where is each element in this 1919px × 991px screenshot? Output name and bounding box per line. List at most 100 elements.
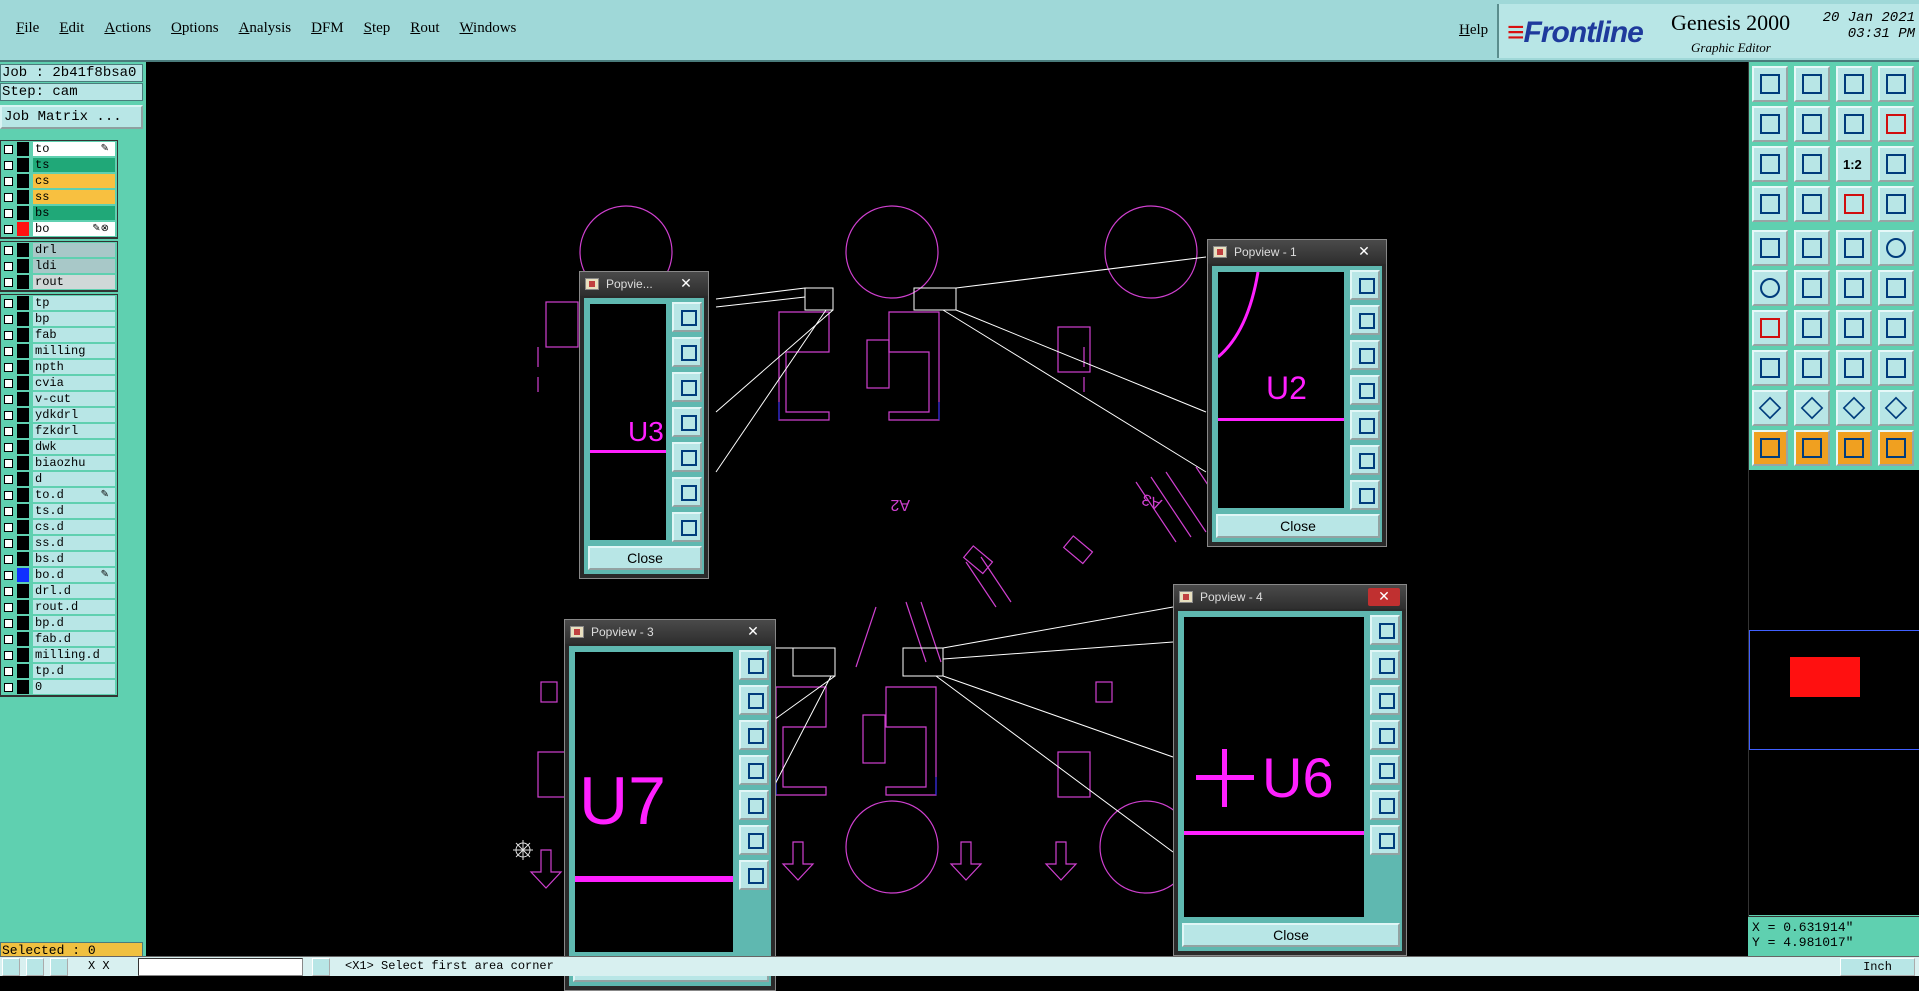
pointer-4-icon[interactable] bbox=[1878, 430, 1914, 466]
layer-row[interactable]: bo.d ✎ bbox=[1, 567, 117, 583]
layer-row[interactable]: to ✎ bbox=[1, 141, 117, 157]
layer-row[interactable]: npth bbox=[1, 359, 117, 375]
menu-dfm[interactable]: DFM bbox=[301, 20, 354, 37]
menu-edit[interactable]: Edit bbox=[49, 20, 94, 37]
popview-zoom-fit-icon[interactable] bbox=[739, 650, 769, 680]
connect-icon[interactable] bbox=[1752, 270, 1788, 306]
layer-row[interactable]: ldi bbox=[1, 258, 117, 274]
layer-checkbox[interactable] bbox=[4, 459, 13, 468]
layer-color-swatch[interactable] bbox=[17, 568, 29, 582]
layer-row[interactable]: fab bbox=[1, 327, 117, 343]
layer-color-swatch[interactable] bbox=[17, 584, 29, 598]
center-icon[interactable] bbox=[1836, 350, 1872, 386]
layer-checkbox[interactable] bbox=[4, 411, 13, 420]
job-matrix-button[interactable]: Job Matrix ... bbox=[0, 105, 143, 129]
menu-step[interactable]: Step bbox=[354, 20, 401, 37]
popview-u3-titlebar[interactable]: Popvie... ✕ bbox=[580, 272, 708, 296]
popview-u2-view[interactable]: U2 bbox=[1216, 270, 1346, 510]
layer-checkbox[interactable] bbox=[4, 246, 13, 255]
layer-checkbox[interactable] bbox=[4, 161, 13, 170]
layer-row[interactable]: ydkdrl bbox=[1, 407, 117, 423]
popview-u6-close-button[interactable]: Close bbox=[1182, 923, 1400, 947]
layer-row[interactable]: rout bbox=[1, 274, 117, 290]
menu-windows[interactable]: Windows bbox=[449, 20, 526, 37]
status-tool-2-icon[interactable] bbox=[26, 958, 44, 976]
layer-checkbox[interactable] bbox=[4, 315, 13, 324]
layer-name[interactable]: fab bbox=[33, 328, 115, 342]
layer-checkbox[interactable] bbox=[4, 619, 13, 628]
layer-name[interactable]: bo.d ✎ bbox=[33, 568, 115, 582]
layer-color-swatch[interactable] bbox=[17, 328, 29, 342]
layer-color-swatch[interactable] bbox=[17, 504, 29, 518]
layer-name[interactable]: dwk bbox=[33, 440, 115, 454]
layer-name[interactable]: ldi bbox=[33, 259, 115, 273]
layer-checkbox[interactable] bbox=[4, 427, 13, 436]
popview-u2-close-button[interactable]: Close bbox=[1216, 514, 1380, 538]
popview-u6-titlebar[interactable]: Popview - 4 ✕ bbox=[1174, 585, 1406, 609]
popview-zoom-in-icon[interactable] bbox=[672, 477, 702, 507]
popview-zoom-in-icon[interactable] bbox=[1370, 790, 1400, 820]
layer-color-swatch[interactable] bbox=[17, 243, 29, 257]
layer-checkbox[interactable] bbox=[4, 603, 13, 612]
popview-u7-titlebar[interactable]: Popview - 3 ✕ bbox=[565, 620, 775, 644]
layer-name[interactable]: d bbox=[33, 472, 115, 486]
layer-checkbox[interactable] bbox=[4, 507, 13, 516]
layer-name[interactable]: cvia bbox=[33, 376, 115, 390]
bottom-view-icon[interactable] bbox=[1794, 66, 1830, 102]
mirror-icon[interactable] bbox=[1836, 106, 1872, 142]
layer-name[interactable]: ss bbox=[33, 190, 115, 204]
layer-name[interactable]: rout bbox=[33, 275, 115, 289]
top-view-icon[interactable] bbox=[1752, 66, 1788, 102]
layer-row[interactable]: rout.d bbox=[1, 599, 117, 615]
layer-name[interactable]: bo ✎⊗ bbox=[33, 222, 115, 236]
menu-actions[interactable]: Actions bbox=[94, 20, 161, 37]
layer-row[interactable]: ts.d bbox=[1, 503, 117, 519]
layer-row[interactable]: bo ✎⊗ bbox=[1, 221, 117, 237]
layer-row[interactable]: cs.d bbox=[1, 519, 117, 535]
fit-screen-icon[interactable] bbox=[1878, 66, 1914, 102]
units-selector[interactable]: Inch bbox=[1840, 958, 1915, 976]
popview-u7-view[interactable]: U7 bbox=[573, 650, 735, 954]
popview-zoom-fit-icon[interactable] bbox=[1370, 615, 1400, 645]
layer-color-swatch[interactable] bbox=[17, 344, 29, 358]
popview-u3-close-button[interactable]: Close bbox=[588, 546, 702, 570]
layer-color-swatch[interactable] bbox=[17, 174, 29, 188]
layer-color-swatch[interactable] bbox=[17, 456, 29, 470]
layer-row[interactable]: milling.d bbox=[1, 647, 117, 663]
layer-checkbox[interactable] bbox=[4, 278, 13, 287]
layer-color-swatch[interactable] bbox=[17, 376, 29, 390]
layer-checkbox[interactable] bbox=[4, 571, 13, 580]
popview-pan-left-icon[interactable] bbox=[672, 407, 702, 437]
layer-checkbox[interactable] bbox=[4, 209, 13, 218]
layer-checkbox[interactable] bbox=[4, 667, 13, 676]
move-point-icon[interactable] bbox=[1836, 270, 1872, 306]
layer-color-swatch[interactable] bbox=[17, 664, 29, 678]
popview-u6-view[interactable]: U6 bbox=[1182, 615, 1366, 919]
popview-pan-right-icon[interactable] bbox=[1370, 755, 1400, 785]
menu-analysis[interactable]: Analysis bbox=[229, 20, 302, 37]
menu-help[interactable]: Help bbox=[1449, 22, 1498, 39]
layer-name[interactable]: bp.d bbox=[33, 616, 115, 630]
layer-name[interactable]: ts.d bbox=[33, 504, 115, 518]
layer-color-swatch[interactable] bbox=[17, 296, 29, 310]
layer-checkbox[interactable] bbox=[4, 379, 13, 388]
layer-checkbox[interactable] bbox=[4, 395, 13, 404]
layer-color-swatch[interactable] bbox=[17, 360, 29, 374]
popview-pan-right-icon[interactable] bbox=[672, 442, 702, 472]
layer-checkbox[interactable] bbox=[4, 145, 13, 154]
layer-name[interactable]: tp bbox=[33, 296, 115, 310]
layer-row[interactable]: ss bbox=[1, 189, 117, 205]
layer-name[interactable]: bp bbox=[33, 312, 115, 326]
blocks-icon[interactable] bbox=[1878, 350, 1914, 386]
layer-row[interactable]: ts bbox=[1, 157, 117, 173]
popview-pan-right-icon[interactable] bbox=[739, 790, 769, 820]
layer-name[interactable]: fzkdrl bbox=[33, 424, 115, 438]
popview-pan-left-icon[interactable] bbox=[739, 755, 769, 785]
layer-row[interactable]: 0 bbox=[1, 679, 117, 695]
layer-row[interactable]: drl.d bbox=[1, 583, 117, 599]
layer-checkbox[interactable] bbox=[4, 523, 13, 532]
layer-color-swatch[interactable] bbox=[17, 259, 29, 273]
layer-row[interactable]: d bbox=[1, 471, 117, 487]
layer-name[interactable]: ts bbox=[33, 158, 115, 172]
layer-checkbox[interactable] bbox=[4, 225, 13, 234]
